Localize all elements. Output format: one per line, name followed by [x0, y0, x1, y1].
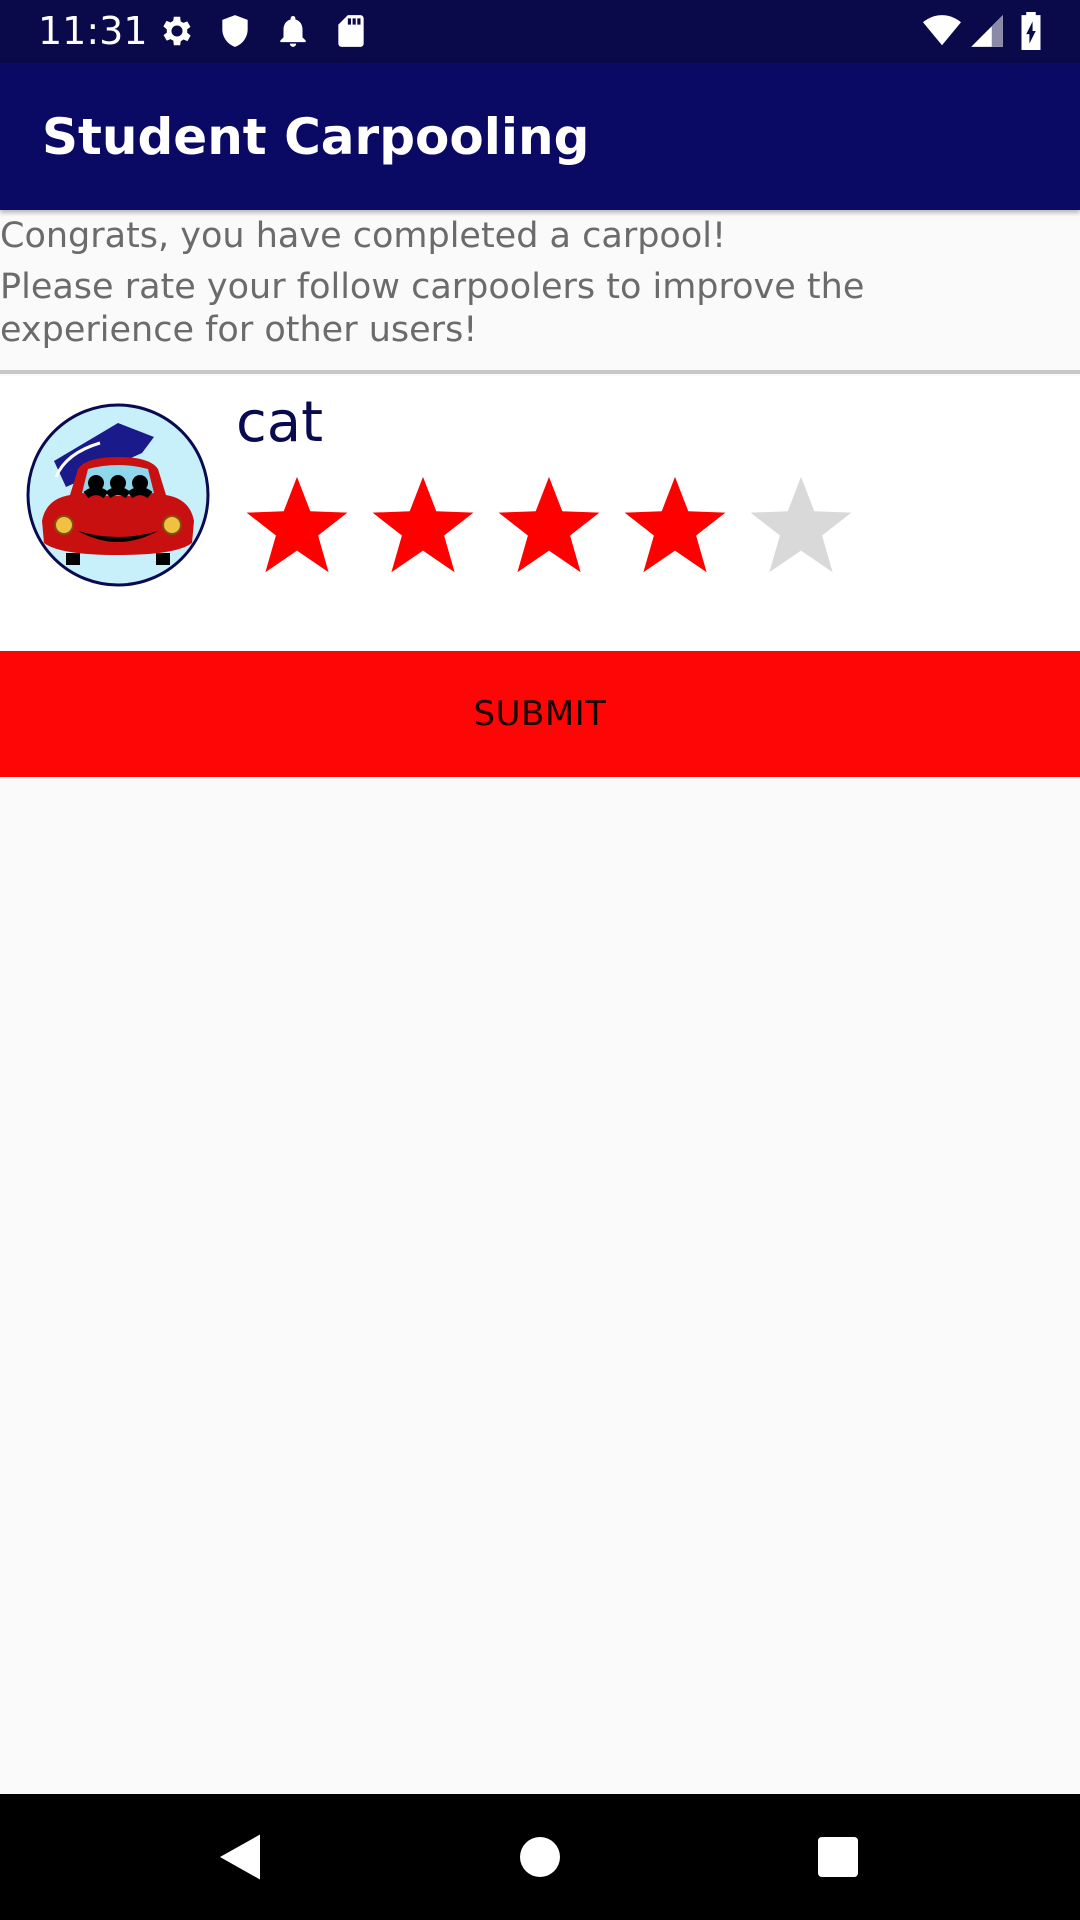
recents-icon[interactable]: [808, 1827, 868, 1887]
star-rating-bar[interactable]: [242, 470, 872, 580]
star-filled-icon[interactable]: [620, 470, 730, 580]
app-title: Student Carpooling: [42, 108, 590, 166]
carpooler-name: cat: [236, 390, 324, 455]
submit-button[interactable]: SUBMIT: [0, 651, 1080, 777]
app-bar: Student Carpooling: [0, 63, 1080, 210]
gear-icon: [158, 12, 196, 50]
divider: [0, 370, 1080, 374]
screen: 11:31 Student Carpooling Congrats, you h…: [0, 0, 1080, 1920]
sd-card-icon: [332, 12, 370, 50]
carpooler-rating-card: cat: [0, 376, 1080, 650]
wifi-icon: [920, 12, 964, 50]
intro-message: Congrats, you have completed a carpool! …: [0, 210, 1080, 352]
star-empty-icon[interactable]: [746, 470, 856, 580]
back-icon[interactable]: [210, 1827, 270, 1887]
rate-instructions-text: Please rate your follow carpoolers to im…: [0, 267, 865, 350]
home-icon[interactable]: [510, 1827, 570, 1887]
signal-icon: [968, 12, 1006, 50]
status-bar: 11:31: [0, 0, 1080, 63]
navigation-bar: [0, 1794, 1080, 1920]
carpool-car-icon: [26, 403, 210, 587]
status-time: 11:31: [38, 9, 148, 53]
bell-icon: [274, 12, 312, 50]
star-filled-icon[interactable]: [242, 470, 352, 580]
star-filled-icon[interactable]: [368, 470, 478, 580]
congrats-text: Congrats, you have completed a carpool!: [0, 216, 727, 256]
shield-icon: [216, 12, 254, 50]
star-filled-icon[interactable]: [494, 470, 604, 580]
battery-charging-icon: [1014, 12, 1048, 50]
